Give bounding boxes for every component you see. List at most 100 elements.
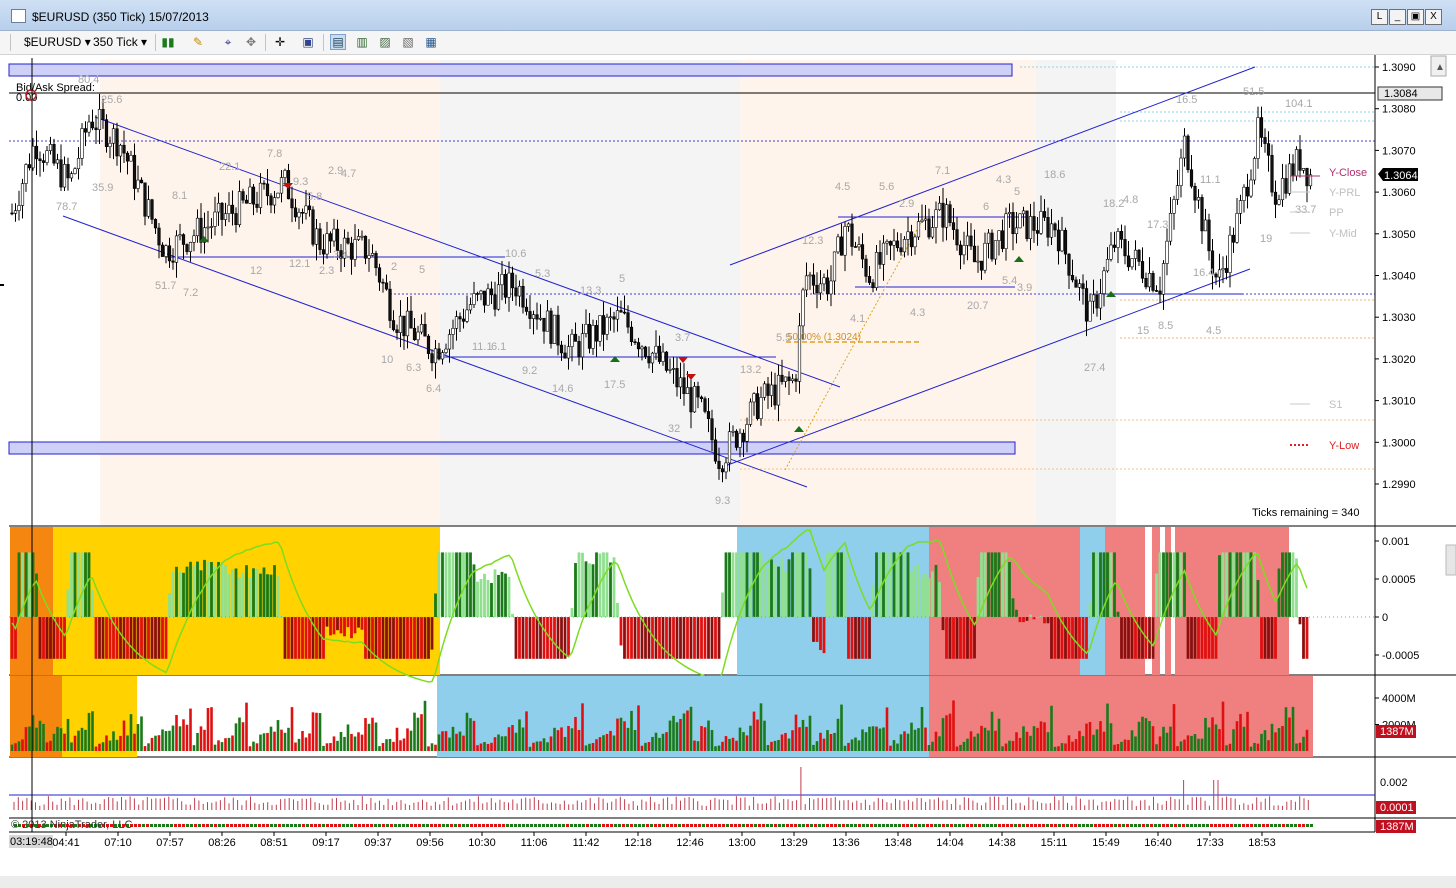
zoom-icon[interactable]: ⌖ xyxy=(220,34,236,50)
volume-bar xyxy=(1078,730,1081,751)
osc-bar xyxy=(332,617,336,635)
strip-bar xyxy=(1282,824,1285,827)
candle-body xyxy=(34,145,39,160)
osc-bar xyxy=(1155,573,1158,617)
candle-body xyxy=(1102,270,1106,294)
strip-bar xyxy=(1206,824,1209,827)
price-chart[interactable]: 80.425.635.978.78.122.17.82.94.79.35.812… xyxy=(0,55,1456,888)
chart-trader-icon[interactable]: ▨ xyxy=(377,34,393,50)
strip-bar xyxy=(726,824,729,827)
minimize-button[interactable]: _ xyxy=(1389,9,1406,25)
candle-body xyxy=(993,240,998,260)
crosshair-icon[interactable]: ✛ xyxy=(272,34,288,50)
volume-bar xyxy=(115,739,119,751)
link-button[interactable]: L xyxy=(1371,9,1388,25)
osc-bar xyxy=(875,552,878,617)
osc-bar xyxy=(315,617,318,659)
candle-body xyxy=(304,205,308,214)
strip-bar xyxy=(1006,824,1009,827)
volume-bar xyxy=(1102,731,1106,751)
demand-zone[interactable] xyxy=(8,441,1016,455)
candle-body xyxy=(1109,244,1113,260)
candle-body xyxy=(1186,135,1190,171)
close-button[interactable]: X xyxy=(1425,9,1442,25)
drawing-tool-icon[interactable]: ✎ xyxy=(190,34,206,50)
osc-bar xyxy=(248,577,252,617)
volume-bar xyxy=(196,732,199,751)
candle-body xyxy=(549,310,553,344)
candle-body xyxy=(1049,223,1054,238)
osc-bar xyxy=(588,563,591,617)
volume-panel[interactable]: 4000M2000M 1387M xyxy=(10,676,1416,757)
horizontal-scrollbar[interactable] xyxy=(0,876,1456,888)
osc-bar xyxy=(1106,552,1109,617)
data-box-icon[interactable]: ▣ xyxy=(300,34,316,50)
annotation-label: 3.7 xyxy=(675,332,690,344)
instrument-selector[interactable]: $EURUSD ▾ xyxy=(24,35,91,49)
candle-body xyxy=(1259,117,1264,138)
osc-bar xyxy=(140,617,143,659)
strip-bar xyxy=(158,824,161,827)
candle-body xyxy=(279,177,284,194)
time-tick-label: 10:30 xyxy=(468,837,496,849)
strip-bar xyxy=(338,824,341,827)
interval-selector[interactable]: 350 Tick ▾ xyxy=(93,35,147,49)
volume-bar xyxy=(560,727,563,751)
osc-bar xyxy=(238,577,241,617)
maximize-button[interactable]: ▣ xyxy=(1407,9,1424,25)
volume-bar xyxy=(234,723,238,751)
strategies-icon[interactable]: ▥ xyxy=(354,34,370,50)
strip-bar xyxy=(386,824,389,827)
strip-bar xyxy=(1182,824,1185,827)
strip-bar xyxy=(1134,824,1137,827)
osc-bar xyxy=(847,617,850,659)
candle-body xyxy=(258,182,263,208)
volume-bar xyxy=(745,735,749,751)
level-y-mid: Y-Mid xyxy=(1329,228,1357,240)
volume-bar xyxy=(273,731,276,751)
strip-bar xyxy=(326,824,329,827)
candle-body xyxy=(1025,210,1029,239)
strip-bar xyxy=(662,824,665,827)
osc-bar xyxy=(812,617,815,642)
bar-type-icon[interactable]: ▮▮ xyxy=(160,34,176,50)
osc-bar xyxy=(525,617,528,659)
candle-body xyxy=(1067,253,1071,276)
volume-bar xyxy=(94,746,98,751)
pan-icon[interactable]: ✥ xyxy=(243,34,259,50)
annotation-label: 9.2 xyxy=(522,365,537,377)
candle-body xyxy=(290,198,294,209)
volume-bar xyxy=(42,723,45,751)
indicators-icon[interactable]: ▤ xyxy=(330,34,346,50)
volume-bar xyxy=(889,745,892,751)
time-tick-label: 09:37 xyxy=(364,837,392,849)
annotation-label: 17.3 xyxy=(1147,219,1168,231)
candle-body xyxy=(52,144,56,164)
candle-body xyxy=(1130,258,1134,268)
panel-scrollbar[interactable] xyxy=(1445,544,1456,576)
candle-body xyxy=(675,368,679,388)
spread-panel[interactable]: 0.002 0.0001 xyxy=(9,767,1416,814)
osc-bar xyxy=(689,617,693,659)
strip-bar xyxy=(910,824,913,827)
candle-body xyxy=(153,219,158,229)
volume-bar xyxy=(406,728,409,751)
properties-icon[interactable]: ▧ xyxy=(400,34,416,50)
strip-bar xyxy=(1238,824,1241,827)
volume-bar xyxy=(1256,743,1260,751)
candle-body xyxy=(104,119,109,147)
osc-bar xyxy=(192,565,196,617)
supply-zone[interactable] xyxy=(8,63,1013,77)
volume-bar xyxy=(724,736,728,751)
oscillator-panel[interactable]: 0.001 0.0005 0 -0.0005 xyxy=(9,527,1419,683)
osc-bar xyxy=(1011,598,1015,617)
candle-body xyxy=(150,199,154,220)
templates-icon[interactable]: ▦ xyxy=(423,34,439,50)
candle-body xyxy=(580,333,585,358)
volume-bar xyxy=(591,742,595,751)
volume-bar xyxy=(437,734,441,751)
osc-bar xyxy=(486,579,490,617)
volume-bar xyxy=(374,722,378,751)
candle-body xyxy=(1214,273,1218,278)
osc-bar xyxy=(241,572,245,617)
